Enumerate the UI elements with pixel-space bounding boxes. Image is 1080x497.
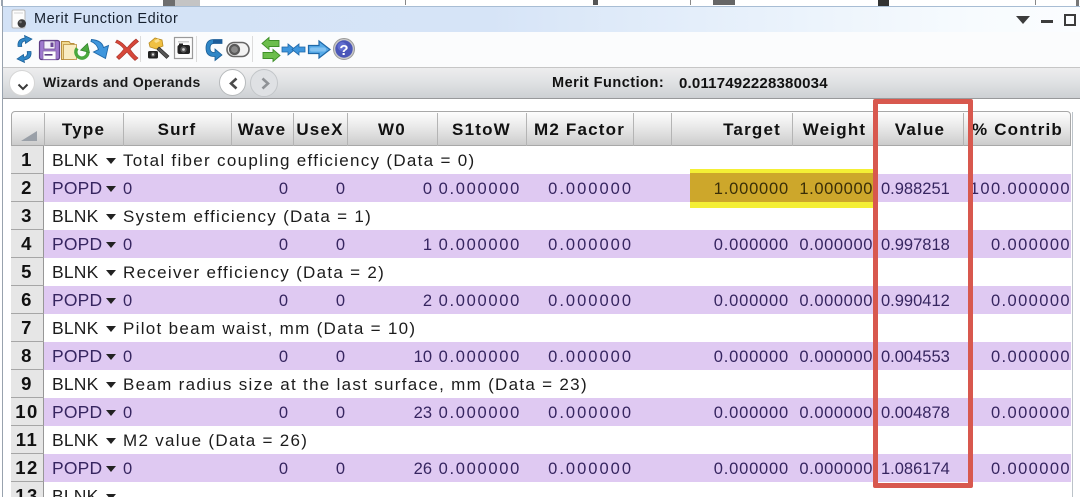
svg-text:?: ?: [339, 42, 348, 59]
